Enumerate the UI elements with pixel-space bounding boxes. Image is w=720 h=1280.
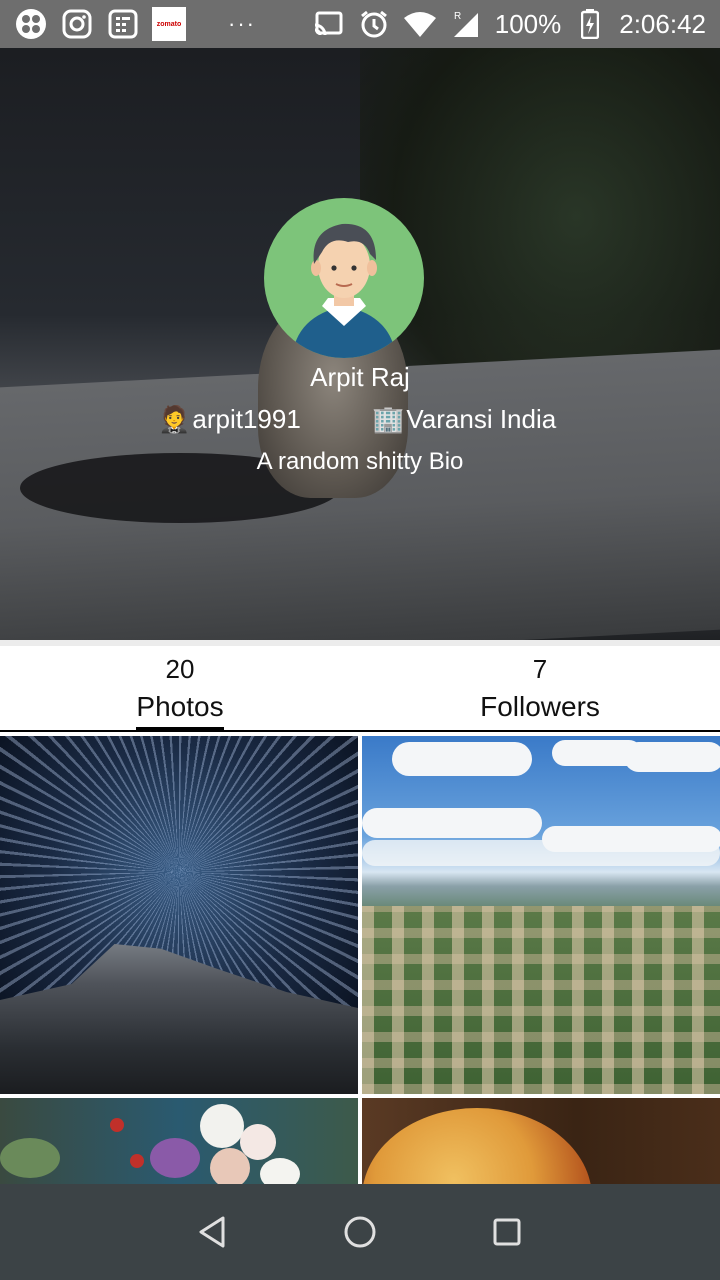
photo-grid: [0, 732, 720, 1184]
clock: 2:06:42: [619, 8, 706, 39]
svg-text:R: R: [454, 11, 461, 22]
battery-charging-icon: [573, 7, 607, 41]
tab-photos[interactable]: 20 Photos: [0, 646, 360, 733]
recents-square-icon: [493, 1218, 521, 1246]
calculator-icon: [106, 7, 140, 41]
photo-tile[interactable]: [362, 736, 720, 1094]
home-circle-icon: [344, 1216, 376, 1248]
followers-count: 7: [532, 654, 548, 684]
cast-icon: [311, 7, 345, 41]
location: Varansi India: [406, 404, 557, 434]
photo-tile[interactable]: [0, 1098, 358, 1184]
back-button[interactable]: [191, 1210, 235, 1254]
avatar[interactable]: [264, 198, 424, 358]
home-button[interactable]: [338, 1210, 382, 1254]
tab-followers[interactable]: 7 Followers: [360, 646, 720, 732]
system-nav-bar: [0, 1184, 720, 1280]
zomato-icon: zomato: [152, 7, 186, 41]
person-icon: 🤵: [158, 404, 191, 434]
status-bar: zomato ··· R 100% 2:06:42: [0, 0, 720, 48]
photo-tile[interactable]: [362, 1098, 720, 1184]
person-avatar-icon: [292, 223, 396, 358]
profile-meta: 🤵 arpit1991 🏢 Varansi India: [0, 404, 720, 438]
app-grid-icon: [14, 7, 48, 41]
more-notifications-icon: ···: [228, 11, 256, 36]
wifi-icon: [403, 7, 437, 41]
followers-label: Followers: [480, 691, 600, 722]
username-field: 🤵 arpit1991: [158, 404, 301, 435]
stats-tabs: 20 Photos 7 Followers: [0, 640, 720, 733]
alarm-icon: [357, 7, 391, 41]
back-triangle-icon: [199, 1216, 225, 1248]
signal-icon: R: [449, 7, 483, 41]
building-icon: 🏢: [372, 404, 405, 434]
photos-count: 20: [165, 654, 195, 684]
instagram-icon: [60, 7, 94, 41]
profile-bio: A random shitty Bio: [256, 448, 464, 475]
photos-label: Photos: [136, 691, 224, 733]
battery-percent: 100%: [494, 8, 562, 39]
photo-tile[interactable]: [0, 736, 358, 1094]
recents-button[interactable]: [485, 1210, 529, 1254]
profile-name: Arpit Raj: [310, 362, 410, 392]
username: arpit1991: [192, 404, 301, 434]
location-field: 🏢 Varansi India: [372, 404, 556, 435]
